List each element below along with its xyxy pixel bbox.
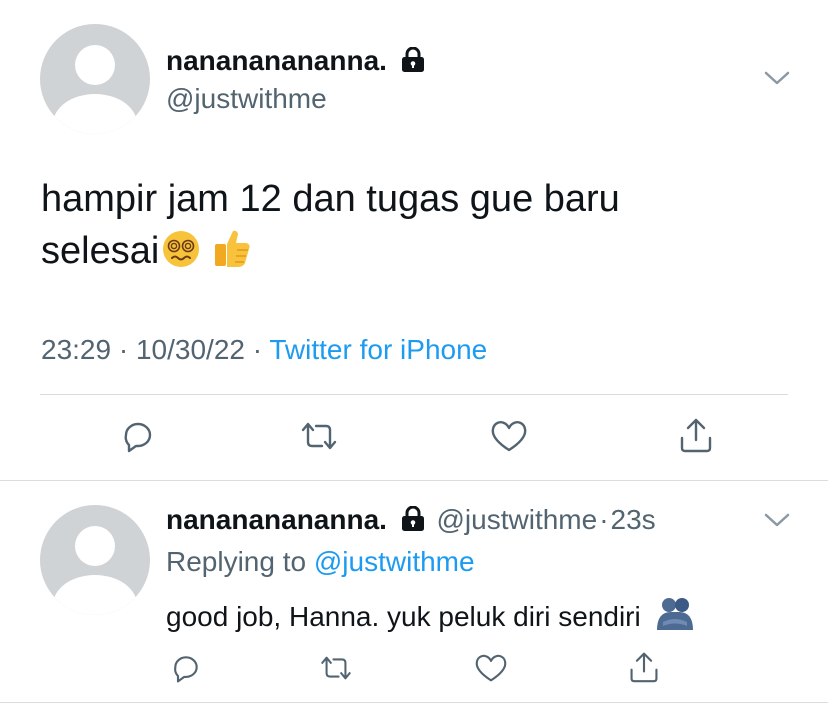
divider — [0, 702, 828, 703]
like-icon[interactable] — [490, 419, 528, 453]
share-icon[interactable] — [678, 416, 714, 454]
avatar-head — [75, 526, 115, 566]
share-icon[interactable] — [628, 650, 660, 684]
divider — [40, 394, 788, 395]
reply-author-row: nanananananna. @justwithme·23s — [166, 503, 656, 537]
tweet-text-line-2: selesai — [41, 225, 801, 283]
reply-icon[interactable] — [170, 652, 202, 684]
main-author-row: nanananananna. — [166, 44, 425, 78]
lock-icon — [401, 47, 425, 73]
reply-handle[interactable]: @justwithme — [437, 504, 598, 535]
face-with-spiral-eyes-emoji — [161, 229, 201, 283]
tweet-date[interactable]: 10/30/22 — [136, 334, 245, 365]
display-name[interactable]: nanananananna. — [166, 45, 387, 76]
reply-icon[interactable] — [120, 418, 156, 454]
avatar-shoulders — [53, 94, 137, 134]
reply-display-name[interactable]: nanananananna. — [166, 504, 387, 535]
reply-age[interactable]: 23s — [611, 504, 656, 535]
tweet-text: hampir jam 12 dan tugas gue baru selesai — [41, 173, 801, 283]
chevron-down-icon[interactable] — [764, 70, 790, 86]
tweet-time[interactable]: 23:29 — [41, 334, 111, 365]
avatar-shoulders — [53, 575, 137, 615]
tweet-text-line-2-text: selesai — [41, 230, 160, 272]
like-icon[interactable] — [474, 653, 508, 683]
chevron-down-icon[interactable] — [764, 512, 790, 528]
meta-separator: · — [252, 334, 263, 365]
reply-text: good job, Hanna. yuk peluk diri sendiri — [166, 601, 641, 632]
thumbs-up-emoji — [211, 227, 253, 283]
handle[interactable]: @justwithme — [166, 82, 327, 116]
avatar-reply[interactable] — [40, 505, 150, 615]
tweet-meta: 23:29 · 10/30/22 · Twitter for iPhone — [41, 333, 487, 367]
retweet-icon[interactable] — [318, 652, 354, 684]
avatar-main[interactable] — [40, 24, 150, 134]
people-hugging-emoji — [655, 596, 695, 641]
lock-icon — [401, 506, 425, 532]
meta-separator: · — [118, 334, 129, 365]
reply-text-row: good job, Hanna. yuk peluk diri sendiri — [166, 596, 695, 641]
replying-handle[interactable]: @justwithme — [314, 546, 475, 577]
replying-prefix: Replying to — [166, 546, 307, 577]
retweet-icon[interactable] — [298, 418, 340, 454]
avatar-head — [75, 45, 115, 85]
divider — [0, 480, 828, 481]
tweet-source[interactable]: Twitter for iPhone — [269, 334, 487, 365]
replying-to: Replying to @justwithme — [166, 545, 475, 579]
tweet-text-line-1: hampir jam 12 dan tugas gue baru — [41, 178, 620, 220]
reply-separator: · — [599, 504, 609, 535]
